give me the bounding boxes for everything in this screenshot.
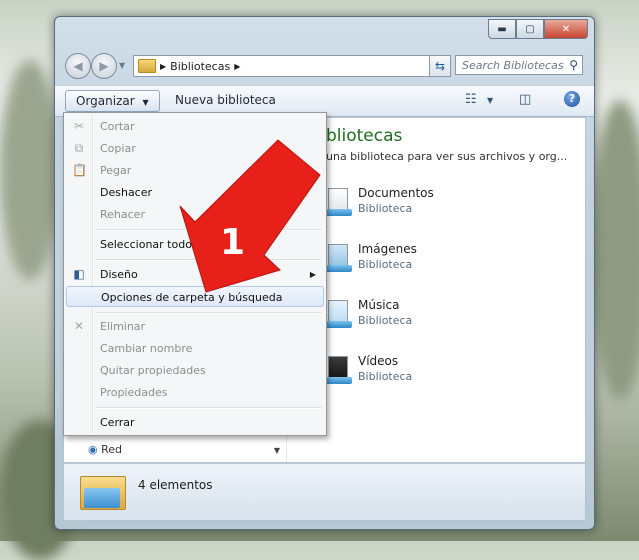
tutorial-annotation: 1 [179,139,321,293]
step-number: 1 [220,222,245,263]
red-arrow-icon [179,139,321,293]
